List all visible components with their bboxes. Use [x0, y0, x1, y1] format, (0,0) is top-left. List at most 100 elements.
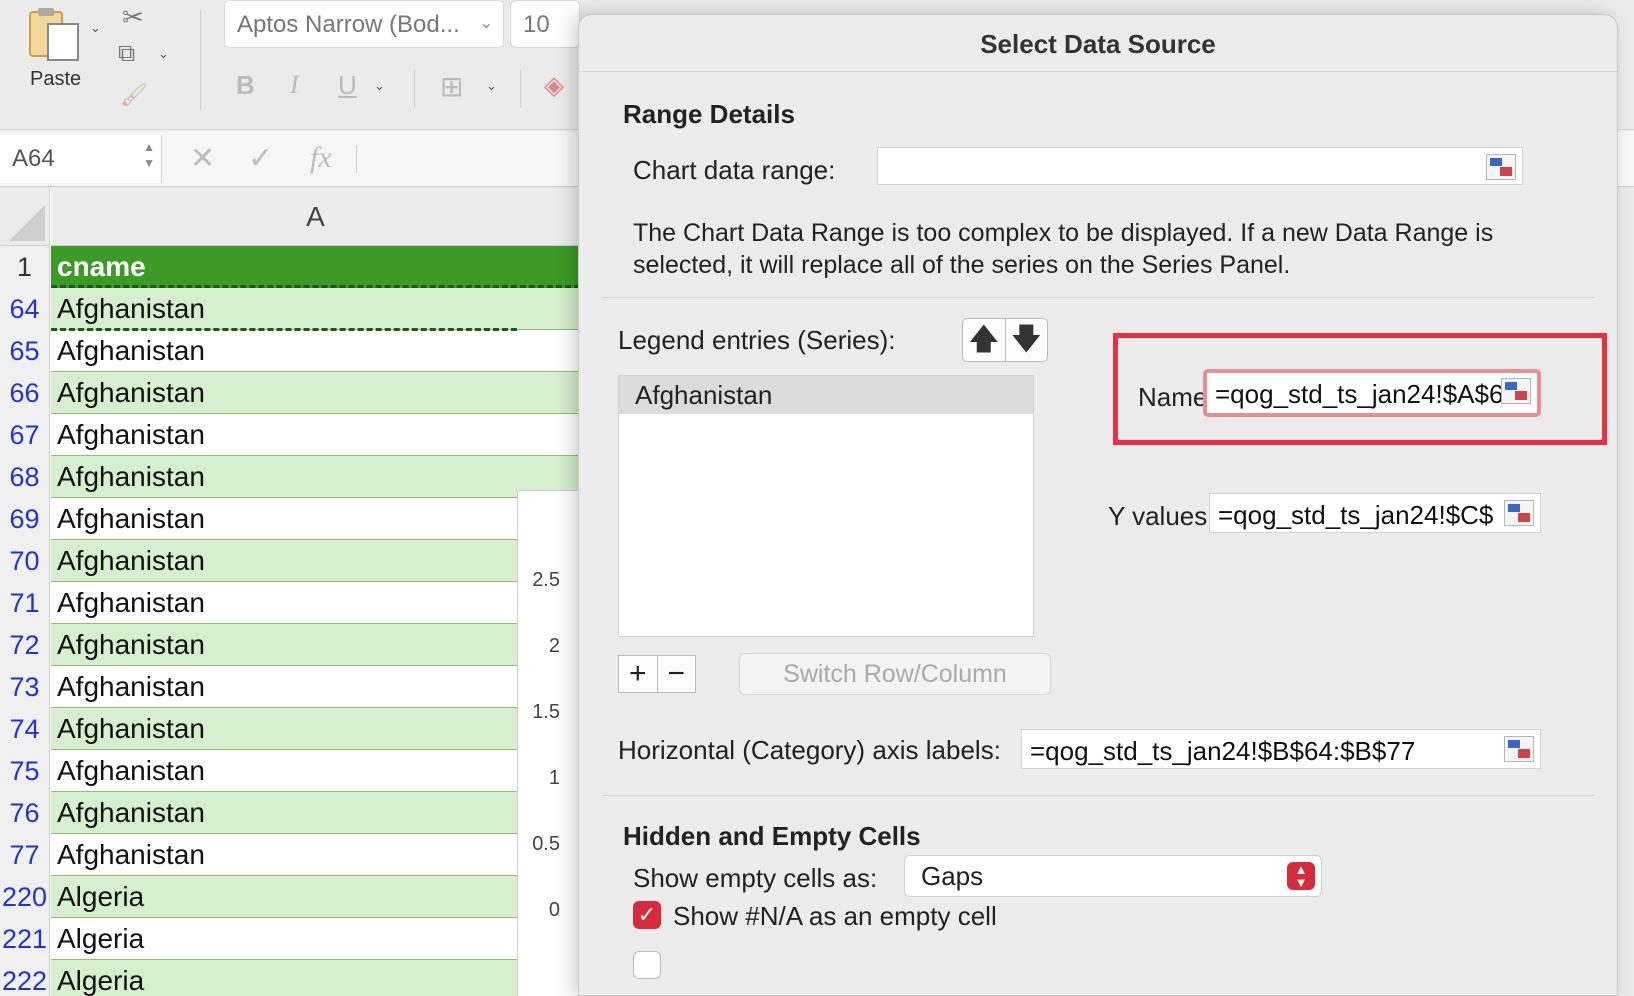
grid-cell[interactable]: Afghanistan — [51, 624, 580, 666]
font-name-select[interactable]: Aptos Narrow (Bod... ⌄ — [224, 0, 504, 48]
y-tick-label: 0 — [548, 899, 560, 921]
remove-series-button[interactable]: − — [656, 656, 696, 692]
paste-button-label[interactable]: Paste — [30, 68, 81, 91]
clipboard-icon[interactable] — [26, 4, 84, 62]
row-number[interactable]: 74 — [0, 708, 50, 750]
italic-button[interactable]: I — [290, 70, 299, 100]
stepper-icon: ▲ ▼ — [1287, 862, 1315, 890]
borders-dropdown-icon[interactable]: ⌄ — [486, 78, 497, 94]
name-box[interactable]: A64 ▲ ▼ — [0, 135, 162, 183]
format-painter-icon[interactable]: 🖌 — [120, 82, 148, 108]
row-number[interactable]: 75 — [0, 750, 50, 792]
table-row: 72 Afghanistan — [0, 624, 580, 666]
range-description: The Chart Data Range is too complex to b… — [633, 219, 1494, 279]
row-number[interactable]: 77 — [0, 834, 50, 876]
series-name-value: =qog_std_ts_jan24!$A$6 — [1215, 379, 1504, 409]
table-row: 70 Afghanistan — [0, 540, 580, 582]
row-number[interactable]: 73 — [0, 666, 50, 708]
chart-fragment[interactable]: 2.5 2 1.5 1 0.5 0 — [517, 490, 580, 996]
table-row: 220 Algeria — [0, 876, 580, 918]
row-number[interactable]: 66 — [0, 372, 50, 414]
grid-cell[interactable]: Afghanistan — [51, 792, 580, 834]
table-row: 221 Algeria — [0, 918, 580, 960]
show-na-checkbox[interactable]: ✓ — [633, 901, 661, 929]
grid-cell[interactable]: Afghanistan — [51, 750, 580, 792]
function-icon[interactable]: fx — [310, 141, 332, 175]
grid-cell[interactable]: Afghanistan — [51, 330, 580, 372]
y-values-field[interactable]: =qog_std_ts_jan24!$C$ — [1209, 493, 1541, 533]
grid-cell[interactable]: Afghanistan — [51, 540, 580, 582]
range-selector-icon[interactable] — [1501, 378, 1531, 404]
font-size-select[interactable]: 10 — [510, 0, 580, 48]
range-selector-icon[interactable] — [1504, 500, 1534, 526]
switch-row-column-button[interactable]: Switch Row/Column — [739, 653, 1051, 695]
name-box-stepper-icon[interactable]: ▲ ▼ — [143, 139, 155, 171]
series-item[interactable]: Afghanistan — [619, 376, 1033, 414]
row-number[interactable]: 67 — [0, 414, 50, 456]
range-details-title: Range Details — [623, 99, 795, 129]
move-down-icon[interactable]: 🡇 — [1004, 319, 1048, 361]
table-row: 75 Afghanistan — [0, 750, 580, 792]
paste-dropdown-icon[interactable]: ⌄ — [90, 20, 101, 36]
copy-icon[interactable]: ⧉ — [118, 40, 135, 68]
series-name-field[interactable]: =qog_std_ts_jan24!$A$6 — [1203, 369, 1541, 417]
row-number[interactable]: 69 — [0, 498, 50, 540]
row-number[interactable]: 221 — [0, 918, 50, 960]
row-number[interactable]: 70 — [0, 540, 50, 582]
add-series-button[interactable]: + — [619, 656, 657, 692]
hidden-empty-cells-title: Hidden and Empty Cells — [623, 821, 921, 851]
grid-cell[interactable]: Afghanistan — [51, 288, 580, 330]
category-axis-field[interactable]: =qog_std_ts_jan24!$B$64:$B$77 — [1021, 729, 1541, 769]
bold-button[interactable]: B — [236, 70, 255, 101]
row-number[interactable]: 72 — [0, 624, 50, 666]
row-number[interactable]: 220 — [0, 876, 50, 918]
row-number[interactable]: 1 — [0, 246, 50, 288]
copy-dropdown-icon[interactable]: ⌄ — [158, 46, 169, 62]
row-number[interactable]: 222 — [0, 960, 50, 996]
show-empty-cells-value: Gaps — [921, 861, 984, 891]
chart-data-range-field[interactable] — [877, 147, 1523, 185]
column-header-a[interactable]: A — [51, 188, 580, 246]
fill-color-icon[interactable]: ◈ — [544, 70, 564, 101]
table-row: 74 Afghanistan — [0, 708, 580, 750]
grid-cell[interactable]: Afghanistan — [51, 456, 580, 498]
enter-icon[interactable]: ✓ — [248, 141, 273, 176]
chart-data-range-label: Chart data range: — [633, 155, 836, 185]
grid-cell[interactable]: Afghanistan — [51, 582, 580, 624]
move-up-icon[interactable]: 🡅 — [963, 319, 1005, 361]
underline-button[interactable]: U — [338, 70, 357, 101]
grid-cell[interactable]: Afghanistan — [51, 708, 580, 750]
row-number[interactable]: 71 — [0, 582, 50, 624]
borders-icon[interactable]: ⊞ — [440, 70, 463, 103]
select-all-button[interactable] — [0, 188, 50, 246]
grid-cell[interactable]: Afghanistan — [51, 666, 580, 708]
underline-dropdown-icon[interactable]: ⌄ — [374, 78, 385, 94]
grid-cell[interactable]: Algeria — [51, 918, 580, 960]
row-number[interactable]: 76 — [0, 792, 50, 834]
series-order-buttons: 🡅 🡇 — [962, 318, 1048, 362]
show-empty-cells-select[interactable]: Gaps ▲ ▼ — [904, 855, 1322, 897]
cancel-icon[interactable]: ✕ — [190, 141, 215, 176]
grid-cell[interactable]: Afghanistan — [51, 498, 580, 540]
divider — [603, 297, 1595, 298]
range-selector-icon[interactable] — [1504, 736, 1534, 762]
table-row: 68 Afghanistan — [0, 456, 580, 498]
name-box-value: A64 — [12, 145, 55, 172]
range-selector-icon[interactable] — [1486, 154, 1516, 180]
grid-cell[interactable]: Algeria — [51, 960, 580, 996]
header-cell[interactable]: cname — [51, 246, 580, 288]
row-number[interactable]: 65 — [0, 330, 50, 372]
row-number[interactable]: 68 — [0, 456, 50, 498]
font-size-value: 10 — [523, 11, 550, 38]
grid-cell[interactable]: Afghanistan — [51, 372, 580, 414]
ribbon-divider — [414, 70, 415, 108]
grid-cell[interactable]: Afghanistan — [51, 834, 580, 876]
cut-icon[interactable]: ✂ — [122, 2, 144, 33]
show-hidden-checkbox[interactable] — [633, 951, 661, 979]
grid-cell[interactable]: Afghanistan — [51, 414, 580, 456]
series-list[interactable]: Afghanistan — [618, 375, 1034, 637]
table-row: 69 Afghanistan — [0, 498, 580, 540]
row-number[interactable]: 64 — [0, 288, 50, 330]
grid-cell[interactable]: Algeria — [51, 876, 580, 918]
chevron-down-icon: ⌄ — [479, 15, 493, 32]
